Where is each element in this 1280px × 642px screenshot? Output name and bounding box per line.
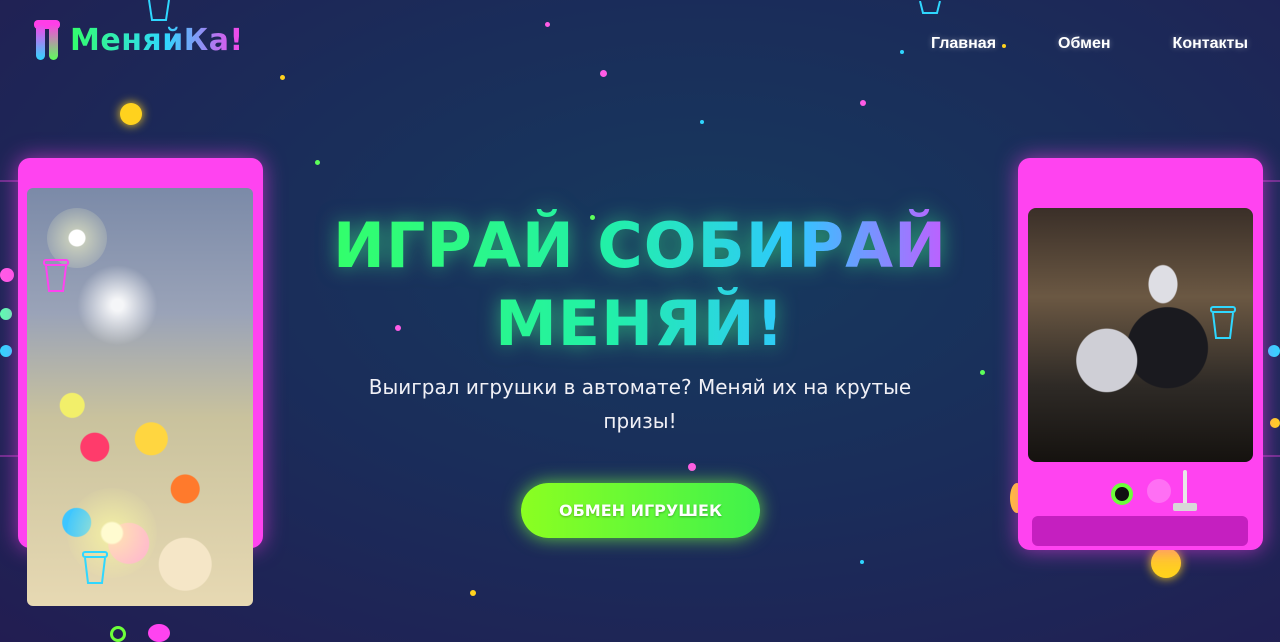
nav-link-home[interactable]: Главная xyxy=(931,35,996,53)
prize-slot xyxy=(1032,516,1248,546)
machine-knob-icon xyxy=(1111,483,1133,505)
site-logo[interactable]: МеняйКа! xyxy=(32,18,244,62)
nav-link-contacts[interactable]: Контакты xyxy=(1173,35,1248,53)
main-nav: Главная Обмен Контакты xyxy=(931,35,1248,53)
joystick-icon xyxy=(1183,470,1187,506)
cup-icon xyxy=(43,258,69,294)
toy-exchange-button[interactable]: ОБМЕН ИГРУШЕК xyxy=(521,483,760,538)
logo-text: МеняйКа! xyxy=(70,22,244,58)
cup-icon xyxy=(146,0,172,22)
nav-link-exchange[interactable]: Обмен xyxy=(1058,35,1111,53)
cup-icon xyxy=(82,550,108,586)
machine-button-icon xyxy=(1147,479,1171,503)
claw-logo-icon xyxy=(32,18,62,62)
hero-subtitle: Выиграл игрушки в автомате? Меняй их на … xyxy=(368,375,912,433)
hero-title: ИГРАЙ СОБИРАЙ МЕНЯЙ! xyxy=(330,207,950,363)
cup-icon xyxy=(917,0,943,14)
joystick-base-icon xyxy=(1173,503,1197,511)
cup-icon xyxy=(1210,305,1236,341)
claw-machine-toys-image xyxy=(27,188,253,606)
